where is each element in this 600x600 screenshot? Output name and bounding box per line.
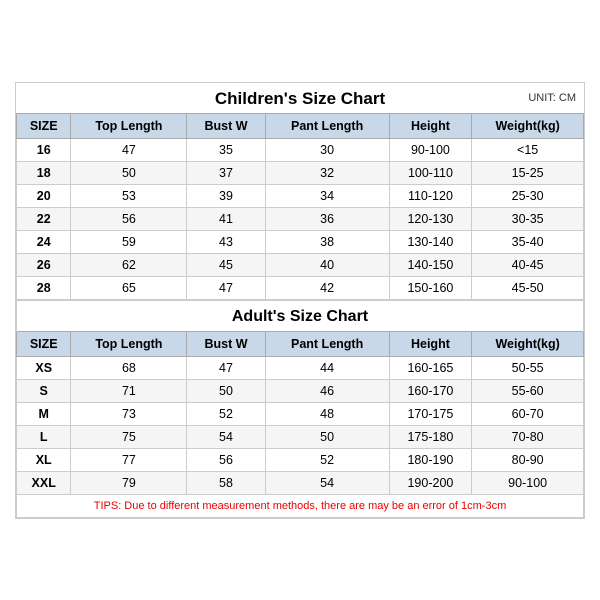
adults-title: Adult's Size Chart xyxy=(17,300,584,332)
unit-label: UNIT: CM xyxy=(528,92,576,104)
children-title: Children's Size Chart xyxy=(26,89,574,109)
table-row: 26624540140-15040-45 xyxy=(17,253,584,276)
title-row: Children's Size Chart UNIT: CM xyxy=(16,83,584,113)
col-pant-length: Pant Length xyxy=(265,113,389,138)
children-table: SIZE Top Length Bust W Pant Length Heigh… xyxy=(16,113,584,518)
table-row: 28654742150-16045-50 xyxy=(17,276,584,300)
col-height: Height xyxy=(389,113,472,138)
adults-section-title-row: Adult's Size Chart xyxy=(17,300,584,332)
table-row: L755450175-18070-80 xyxy=(17,425,584,448)
table-row: 1647353090-100<15 xyxy=(17,138,584,161)
table-row: XS684744160-16550-55 xyxy=(17,356,584,379)
table-row: 20533934110-12025-30 xyxy=(17,184,584,207)
col-bust-w: Bust W xyxy=(187,113,265,138)
tips-row: TIPS: Due to different measurement metho… xyxy=(17,494,584,517)
table-row: 18503732100-11015-25 xyxy=(17,161,584,184)
table-row: XL775652180-19080-90 xyxy=(17,448,584,471)
tips-text: TIPS: Due to different measurement metho… xyxy=(17,494,584,517)
table-row: XXL795854190-20090-100 xyxy=(17,471,584,494)
table-row: 22564136120-13030-35 xyxy=(17,207,584,230)
table-row: M735248170-17560-70 xyxy=(17,402,584,425)
col-top-length: Top Length xyxy=(71,113,187,138)
adults-header-row: SIZETop LengthBust WPant LengthHeightWei… xyxy=(17,331,584,356)
size-chart-container: Children's Size Chart UNIT: CM SIZE Top … xyxy=(15,82,585,519)
col-weight: Weight(kg) xyxy=(472,113,584,138)
table-row: 24594338130-14035-40 xyxy=(17,230,584,253)
children-header-row: SIZE Top Length Bust W Pant Length Heigh… xyxy=(17,113,584,138)
col-size: SIZE xyxy=(17,113,71,138)
table-row: S715046160-17055-60 xyxy=(17,379,584,402)
